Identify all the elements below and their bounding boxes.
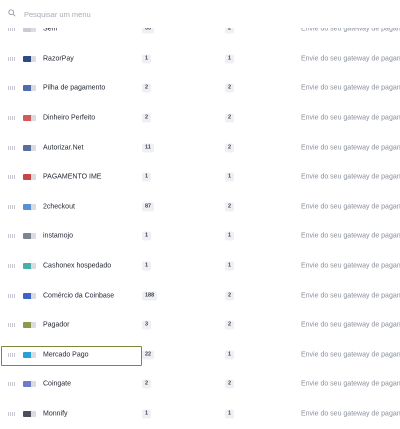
- drag-handle-icon[interactable]: [8, 175, 16, 180]
- drag-handle-icon[interactable]: [8, 382, 16, 387]
- gateway-name: Cashonex hospedado: [43, 262, 112, 270]
- gateway-logo: [23, 411, 36, 418]
- count-badge: 1: [142, 172, 152, 182]
- count-badge: 1: [142, 409, 152, 419]
- order-badge: 2: [225, 379, 235, 389]
- search-icon: [8, 9, 16, 17]
- search-input[interactable]: [24, 6, 384, 22]
- gateway-row[interactable]: Mercado Pago 22 1 Envie do seu gateway de p…: [0, 340, 400, 370]
- gateway-logo: [23, 381, 36, 388]
- gateway-row[interactable]: PAGAMENTO IME 1 1 Envie do seu gateway de p…: [0, 163, 400, 193]
- count-badge: 1: [142, 54, 152, 64]
- count-badge: 22: [142, 350, 155, 360]
- gateway-description: Envie do seu gateway de pagan: [301, 292, 400, 300]
- gateway-row[interactable]: Dinheiro Perfeito 2 2 Envie do seu gateway …: [0, 103, 400, 133]
- drag-handle-icon[interactable]: [8, 204, 16, 209]
- count-badge: 2: [142, 83, 152, 93]
- count-badge: 1: [142, 231, 152, 241]
- order-badge: 2: [225, 83, 235, 93]
- gateway-description: Envie do seu gateway de pagan: [301, 351, 400, 359]
- gateway-name: Mercado Pago: [43, 351, 89, 359]
- gateway-row[interactable]: Autorizar.Net 11 2 Envie do seu gateway de …: [0, 133, 400, 163]
- gateway-description: Envie do seu gateway de pagan: [301, 321, 400, 329]
- gateway-logo: [23, 174, 36, 181]
- gateway-row[interactable]: Pilha de pagamento 2 2 Envie do seu gateway…: [0, 74, 400, 104]
- order-badge: 1: [225, 409, 235, 419]
- order-badge: 2: [225, 320, 235, 330]
- gateway-description: Envie do seu gateway de pagan: [301, 410, 400, 418]
- gateway-name: instamojo: [43, 232, 73, 240]
- order-badge: 1: [225, 172, 235, 182]
- count-badge: 188: [142, 291, 158, 301]
- gateway-logo: [23, 351, 36, 358]
- gateway-description: Envie do seu gateway de pagan: [301, 203, 400, 211]
- gateway-name: Comércio da Coinbase: [43, 292, 115, 300]
- gateway-row[interactable]: instamojo 1 1 Envie do seu gateway de pagan: [0, 222, 400, 252]
- gateway-row[interactable]: Monnify 1 1 Envie do seu gateway de pagan: [0, 399, 400, 429]
- gateway-logo: [23, 322, 36, 329]
- drag-handle-icon[interactable]: [8, 323, 16, 328]
- order-badge: 1: [225, 261, 235, 271]
- drag-handle-icon[interactable]: [8, 352, 16, 357]
- gateway-logo: [23, 233, 36, 240]
- gateway-row[interactable]: Coingate 2 2 Envie do seu gateway de pagan: [0, 370, 400, 400]
- gateway-row[interactable]: Cashonex hospedado 1 1 Envie do seu gateway…: [0, 251, 400, 281]
- order-badge: 2: [225, 202, 235, 212]
- gateway-description: Envie do seu gateway de pagan: [301, 114, 400, 122]
- gateway-row[interactable]: RazorPay 1 1 Envie do seu gateway de pagan: [0, 44, 400, 74]
- gateway-logo: [23, 263, 36, 270]
- gateway-logo: [23, 144, 36, 151]
- count-badge: 2: [142, 113, 152, 123]
- order-badge: 1: [225, 350, 235, 360]
- gateway-logo: [23, 115, 36, 122]
- gateway-description: Envie do seu gateway de pagan: [301, 84, 400, 92]
- order-badge: 2: [225, 113, 235, 123]
- drag-handle-icon[interactable]: [8, 86, 16, 91]
- gateway-description: Envie do seu gateway de pagan: [301, 262, 400, 270]
- drag-handle-icon[interactable]: [8, 412, 16, 417]
- order-badge: 2: [225, 143, 235, 153]
- gateway-logo: [23, 85, 36, 92]
- drag-handle-icon[interactable]: [8, 264, 16, 269]
- gateway-description: Envie do seu gateway de pagan: [301, 55, 400, 63]
- gateway-description: Envie do seu gateway de pagan: [301, 232, 400, 240]
- count-badge: 2: [142, 379, 152, 389]
- gateway-description: Envie do seu gateway de pagan: [301, 173, 400, 181]
- gateway-name: Monnify: [43, 410, 68, 418]
- drag-handle-icon[interactable]: [8, 145, 16, 150]
- count-badge: 3: [142, 320, 152, 330]
- gateway-name: Pagador: [43, 321, 70, 329]
- order-badge: 2: [225, 291, 235, 301]
- count-badge: 1: [142, 261, 152, 271]
- search-bar: [0, 0, 400, 28]
- order-badge: 1: [225, 231, 235, 241]
- gateway-name: RazorPay: [43, 55, 74, 63]
- drag-handle-icon[interactable]: [8, 293, 16, 298]
- drag-handle-icon[interactable]: [8, 56, 16, 61]
- gateway-logo: [23, 203, 36, 210]
- gateway-name: Pilha de pagamento: [43, 84, 106, 92]
- count-badge: 87: [142, 202, 155, 212]
- gateway-name: Dinheiro Perfeito: [43, 114, 96, 122]
- gateway-logo: [23, 292, 36, 299]
- gateway-description: Envie do seu gateway de pagan: [301, 380, 400, 388]
- gateway-name: PAGAMENTO IME: [43, 173, 102, 181]
- gateway-row[interactable]: Pagador 3 2 Envie do seu gateway de pagan: [0, 311, 400, 341]
- gateway-name: Autorizar.Net: [43, 144, 84, 152]
- gateway-description: Envie do seu gateway de pagan: [301, 144, 400, 152]
- count-badge: 11: [142, 143, 154, 153]
- gateway-logo: [23, 55, 36, 62]
- order-badge: 1: [225, 54, 235, 64]
- gateway-row[interactable]: Comércio da Coinbase 188 2 Envie do seu gat…: [0, 281, 400, 311]
- drag-handle-icon[interactable]: [8, 234, 16, 239]
- gateway-name: 2checkout: [43, 203, 75, 211]
- gateway-name: Coingate: [43, 380, 72, 388]
- drag-handle-icon[interactable]: [8, 116, 16, 121]
- gateway-row[interactable]: 2checkout 87 2 Envie do seu gateway de paga…: [0, 192, 400, 222]
